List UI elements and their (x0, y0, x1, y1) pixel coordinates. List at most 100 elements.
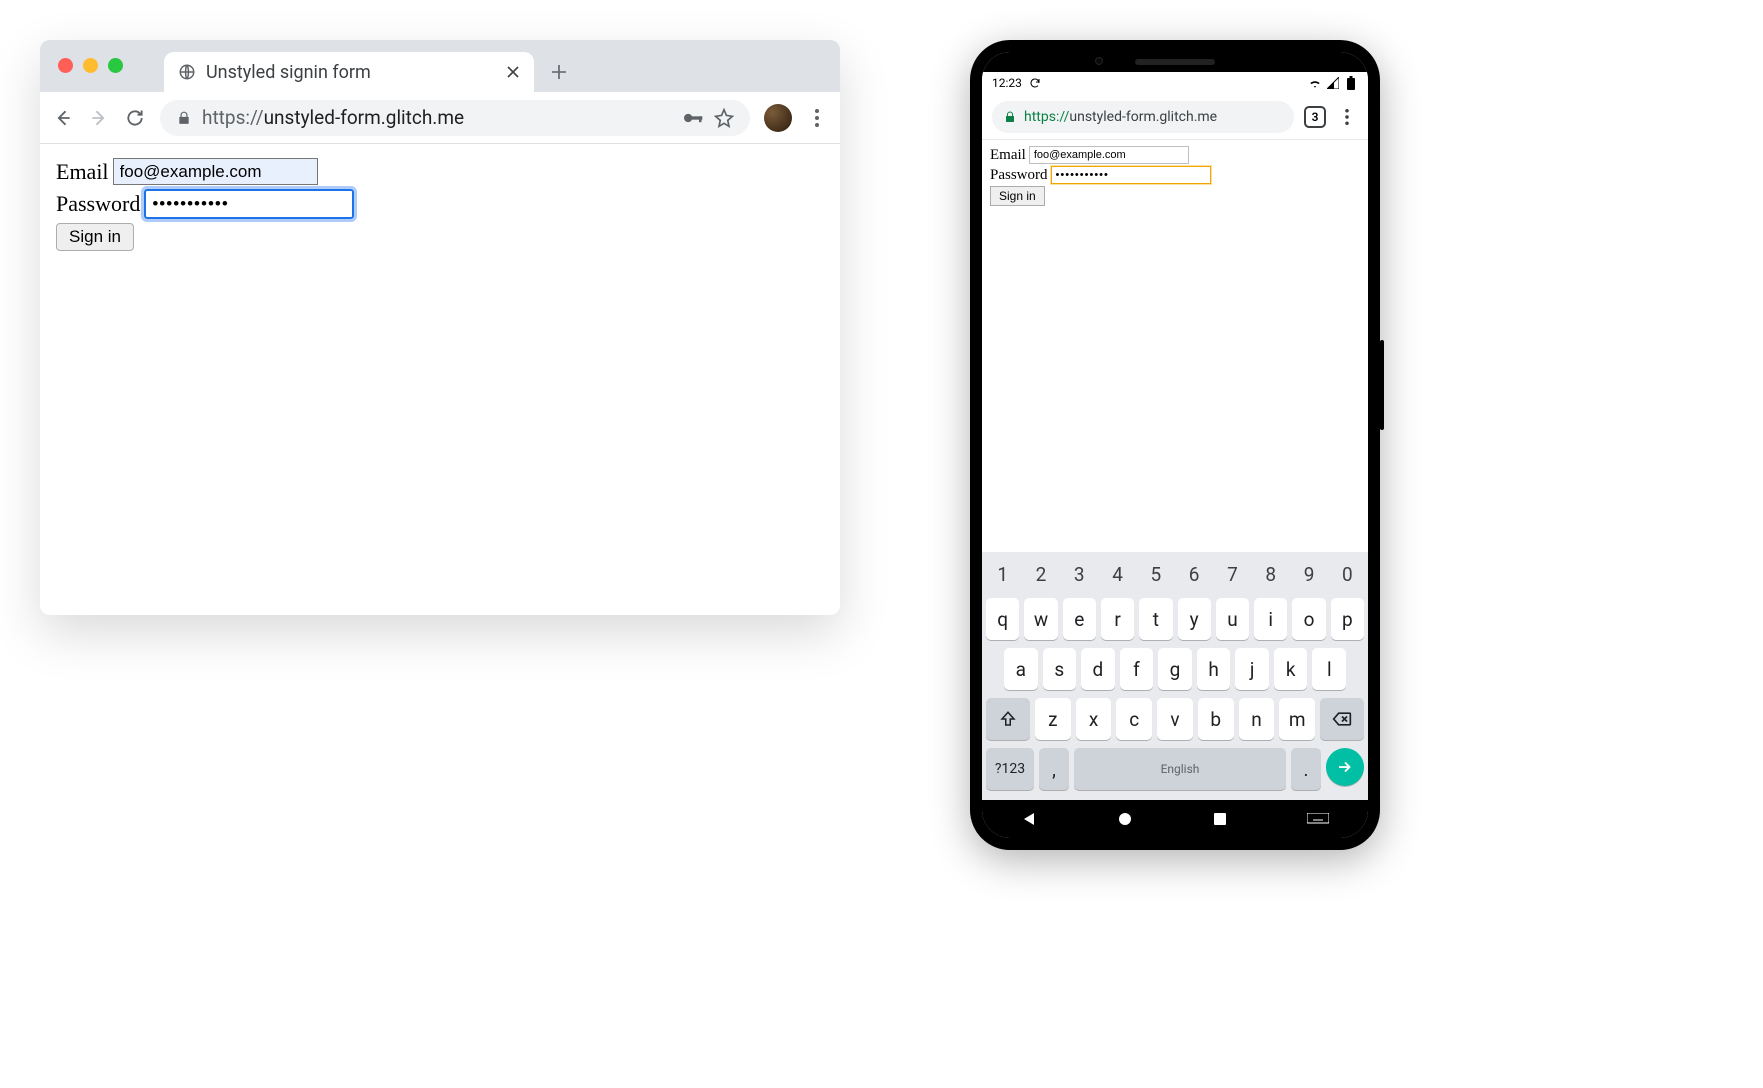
phone-notch (982, 52, 1368, 72)
signin-button[interactable]: Sign in (56, 223, 134, 251)
back-button[interactable] (52, 107, 74, 129)
signin-button[interactable]: Sign in (990, 186, 1045, 206)
key-6[interactable]: 6 (1178, 558, 1211, 590)
key-k[interactable]: k (1274, 648, 1308, 690)
email-field[interactable] (113, 158, 318, 185)
key-y[interactable]: y (1178, 598, 1211, 640)
key-0[interactable]: 0 (1331, 558, 1364, 590)
status-time: 12:23 (992, 76, 1022, 90)
space-key[interactable]: English (1074, 748, 1286, 790)
battery-icon (1344, 76, 1358, 90)
desktop-browser-window: Unstyled signin form https://unstyled-fo… (40, 40, 840, 615)
key-w[interactable]: w (1024, 598, 1057, 640)
reload-button[interactable] (124, 107, 146, 129)
window-close-button[interactable] (58, 58, 73, 73)
key-z[interactable]: z (1035, 698, 1071, 740)
lock-icon (176, 110, 192, 126)
key-t[interactable]: t (1139, 598, 1172, 640)
new-tab-button[interactable] (544, 57, 574, 87)
key-icon[interactable] (684, 111, 704, 125)
mobile-toolbar: https://unstyled-form.glitch.me 3 (982, 94, 1368, 140)
email-label: Email (990, 147, 1026, 164)
profile-avatar[interactable] (764, 104, 792, 132)
window-controls (58, 58, 123, 73)
email-label: Email (56, 159, 109, 185)
key-b[interactable]: b (1198, 698, 1234, 740)
phone-screen: 12:23 (982, 52, 1368, 838)
shift-key[interactable] (986, 698, 1030, 740)
key-e[interactable]: e (1063, 598, 1096, 640)
key-v[interactable]: v (1157, 698, 1193, 740)
android-nav-bar (982, 800, 1368, 838)
kebab-menu-icon[interactable] (1336, 109, 1358, 125)
backspace-key[interactable] (1320, 698, 1364, 740)
signal-icon (1326, 76, 1340, 90)
tab-title: Unstyled signin form (206, 62, 496, 83)
key-5[interactable]: 5 (1139, 558, 1172, 590)
page-content: Email Password Sign in (40, 144, 840, 615)
email-field[interactable] (1029, 146, 1189, 164)
key-q[interactable]: q (986, 598, 1019, 640)
mobile-page-content: Email Password Sign in (982, 140, 1368, 552)
phone-camera (1095, 57, 1103, 65)
soft-keyboard: 1234567890 qwertyuiop asdfghjkl zxcvbnm … (982, 552, 1368, 800)
title-bar: Unstyled signin form (40, 40, 840, 92)
forward-button[interactable] (88, 107, 110, 129)
key-i[interactable]: i (1254, 598, 1287, 640)
window-minimize-button[interactable] (83, 58, 98, 73)
key-u[interactable]: u (1216, 598, 1249, 640)
wifi-icon (1308, 76, 1322, 90)
close-icon[interactable] (506, 65, 520, 79)
key-2[interactable]: 2 (1024, 558, 1057, 590)
status-bar: 12:23 (982, 72, 1368, 94)
key-j[interactable]: j (1235, 648, 1269, 690)
keyboard-switcher-button[interactable] (1305, 809, 1331, 829)
globe-icon (178, 63, 196, 81)
key-h[interactable]: h (1197, 648, 1231, 690)
mobile-address-bar[interactable]: https://unstyled-form.glitch.me (992, 101, 1294, 133)
mobile-url-text: https://unstyled-form.glitch.me (1024, 109, 1217, 125)
nav-home-button[interactable] (1115, 809, 1135, 829)
key-m[interactable]: m (1279, 698, 1315, 740)
browser-toolbar: https://unstyled-form.glitch.me (40, 92, 840, 144)
enter-key[interactable] (1326, 748, 1364, 786)
key-c[interactable]: c (1116, 698, 1152, 740)
kebab-menu-icon[interactable] (806, 109, 828, 127)
key-l[interactable]: l (1312, 648, 1346, 690)
key-d[interactable]: d (1081, 648, 1115, 690)
key-8[interactable]: 8 (1254, 558, 1287, 590)
phone-power-button (1380, 340, 1384, 430)
comma-key[interactable]: , (1039, 748, 1069, 790)
password-label: Password (56, 191, 140, 217)
address-bar[interactable]: https://unstyled-form.glitch.me (160, 100, 750, 136)
key-4[interactable]: 4 (1101, 558, 1134, 590)
sync-icon (1028, 76, 1042, 90)
key-r[interactable]: r (1101, 598, 1134, 640)
nav-back-button[interactable] (1020, 809, 1040, 829)
key-1[interactable]: 1 (986, 558, 1019, 590)
lock-icon (1004, 110, 1016, 124)
key-9[interactable]: 9 (1292, 558, 1325, 590)
key-g[interactable]: g (1158, 648, 1192, 690)
key-x[interactable]: x (1076, 698, 1112, 740)
symbols-key[interactable]: ?123 (986, 748, 1034, 790)
key-3[interactable]: 3 (1063, 558, 1096, 590)
key-p[interactable]: p (1331, 598, 1364, 640)
period-key[interactable]: . (1291, 748, 1321, 790)
password-field[interactable] (1051, 166, 1211, 184)
key-s[interactable]: s (1043, 648, 1077, 690)
url-text: https://unstyled-form.glitch.me (202, 106, 674, 129)
window-zoom-button[interactable] (108, 58, 123, 73)
star-icon[interactable] (714, 108, 734, 128)
password-field[interactable] (144, 189, 354, 219)
tab-switcher-button[interactable]: 3 (1304, 106, 1326, 128)
key-a[interactable]: a (1004, 648, 1038, 690)
key-f[interactable]: f (1120, 648, 1154, 690)
password-label: Password (990, 167, 1048, 184)
key-o[interactable]: o (1292, 598, 1325, 640)
browser-tab[interactable]: Unstyled signin form (164, 52, 534, 92)
key-7[interactable]: 7 (1216, 558, 1249, 590)
nav-recent-button[interactable] (1210, 809, 1230, 829)
key-n[interactable]: n (1239, 698, 1275, 740)
phone-speaker (1135, 59, 1215, 65)
